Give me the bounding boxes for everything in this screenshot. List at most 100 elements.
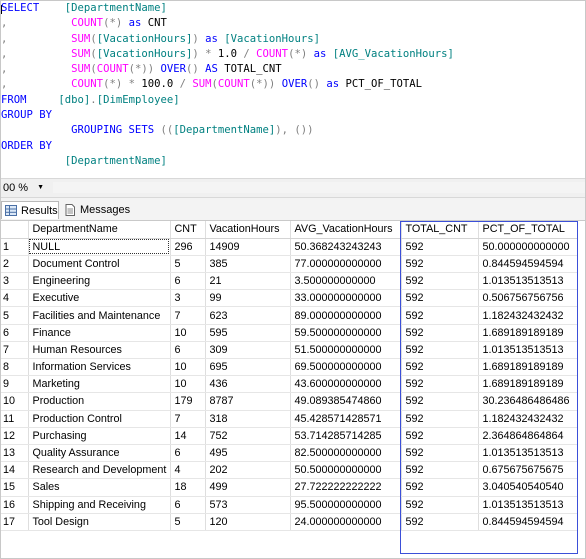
table-cell[interactable]: 45.428571428571 [290,410,402,428]
table-cell[interactable]: Sales [28,478,171,497]
table-cell[interactable]: 592 [401,513,479,531]
table-cell[interactable]: 573 [205,496,291,514]
table-cell[interactable]: 499 [205,478,291,497]
table-cell[interactable]: Executive [28,289,171,308]
table-row[interactable]: 15 Sales 18 499 27.722222222222 592 3.04054054… [1,478,578,497]
table-cell[interactable]: 10 [170,358,206,377]
table-cell[interactable]: 2.364864864864 [478,427,578,445]
table-cell[interactable]: 0.506756756756 [478,289,578,308]
table-cell[interactable]: 82.500000000000 [290,444,402,463]
tab-messages[interactable]: Messages [61,201,135,219]
table-row[interactable]: 2 Document Control 5 385 77.000000000000 592 0… [1,255,578,274]
table-cell[interactable]: 592 [401,289,479,308]
row-number[interactable]: 15 [1,478,29,497]
row-number[interactable]: 14 [1,461,29,480]
table-cell[interactable]: 7 [170,306,206,325]
row-number[interactable]: 11 [1,410,29,428]
row-number[interactable]: 8 [1,358,29,377]
column-header-departmentname[interactable]: DepartmentName [28,221,171,239]
row-number[interactable]: 12 [1,427,29,445]
table-cell[interactable]: Tool Design [28,513,171,531]
table-cell[interactable]: 6 [170,272,206,291]
table-cell[interactable]: 27.722222222222 [290,478,402,497]
row-number[interactable]: 13 [1,444,29,463]
table-row[interactable]: 14 Research and Development 4 202 50.5000000… [1,461,578,480]
table-cell[interactable]: 202 [205,461,291,480]
row-number[interactable]: 2 [1,255,29,274]
table-cell[interactable]: 51.500000000000 [290,341,402,360]
table-cell[interactable]: 49.089385474860 [290,392,402,411]
table-row[interactable]: 11 Production Control 7 318 45.428571428571 5… [1,410,578,428]
table-cell[interactable]: 592 [401,375,479,394]
table-cell[interactable]: 120 [205,513,291,531]
table-cell[interactable]: 592 [401,324,479,342]
table-cell[interactable]: 1.013513513513 [478,444,578,463]
zoom-dropdown[interactable]: 00 % ▼ [1,180,49,195]
table-cell[interactable]: 752 [205,427,291,445]
table-cell[interactable]: 77.000000000000 [290,255,402,274]
row-number[interactable]: 5 [1,306,29,325]
table-cell[interactable]: Shipping and Receiving [28,496,171,514]
table-cell[interactable]: 50.500000000000 [290,461,402,480]
table-row[interactable]: 16 Shipping and Receiving 6 573 95.500000000… [1,496,578,514]
column-header-avg-vacationhours[interactable]: AVG_VacationHours [290,221,402,239]
table-cell[interactable]: 592 [401,255,479,274]
table-row[interactable]: 4 Executive 3 99 33.000000000000 592 0.5067567… [1,289,578,308]
table-cell[interactable]: 59.500000000000 [290,324,402,342]
table-cell[interactable]: 3.500000000000 [290,272,402,291]
column-header-pct-of-total[interactable]: PCT_OF_TOTAL [478,221,578,239]
table-cell[interactable]: 179 [170,392,206,411]
table-cell[interactable]: 69.500000000000 [290,358,402,377]
table-cell[interactable]: 592 [401,461,479,480]
table-cell[interactable]: 0.844594594594 [478,255,578,274]
table-cell[interactable]: 1.689189189189 [478,324,578,342]
table-cell[interactable]: Research and Development [28,461,171,480]
table-cell[interactable]: 592 [401,496,479,514]
table-cell[interactable]: 6 [170,496,206,514]
table-row[interactable]: 1 NULL 296 14909 50.368243243243 592 50.000000… [1,238,578,256]
horizontal-scrollbar[interactable] [53,182,585,193]
table-cell[interactable]: 99 [205,289,291,308]
table-row[interactable]: 10 Production 179 8787 49.089385474860 592 30.… [1,392,578,411]
table-cell[interactable]: 436 [205,375,291,394]
table-cell[interactable]: 592 [401,238,479,256]
table-cell[interactable]: 0.844594594594 [478,513,578,531]
table-cell[interactable]: 21 [205,272,291,291]
table-cell[interactable]: 5 [170,255,206,274]
table-cell[interactable]: 1.182432432432 [478,306,578,325]
table-row[interactable]: 5 Facilities and Maintenance 7 623 89.000000… [1,306,578,325]
table-cell[interactable]: 1.689189189189 [478,375,578,394]
table-cell[interactable]: 695 [205,358,291,377]
table-row[interactable]: 7 Human Resources 6 309 51.500000000000 592 1.… [1,341,578,360]
table-cell[interactable]: Human Resources [28,341,171,360]
table-cell[interactable]: 95.500000000000 [290,496,402,514]
table-cell[interactable]: 309 [205,341,291,360]
table-cell[interactable]: 3 [170,289,206,308]
row-number[interactable]: 7 [1,341,29,360]
table-cell[interactable]: 1.182432432432 [478,410,578,428]
table-cell[interactable]: 6 [170,341,206,360]
row-number[interactable]: 17 [1,513,29,531]
table-cell[interactable]: 50.000000000000 [478,238,578,256]
table-row[interactable]: 8 Information Services 10 695 69.50000000000… [1,358,578,377]
table-row[interactable]: 6 Finance 10 595 59.500000000000 592 1.6891891… [1,324,578,342]
table-cell[interactable]: 318 [205,410,291,428]
table-cell[interactable]: 592 [401,306,479,325]
table-cell[interactable]: Information Services [28,358,171,377]
table-cell[interactable]: 4 [170,461,206,480]
table-cell[interactable]: 33.000000000000 [290,289,402,308]
table-cell[interactable]: 18 [170,478,206,497]
row-number[interactable]: 9 [1,375,29,394]
table-cell[interactable]: 3.040540540540 [478,478,578,497]
table-cell[interactable]: 7 [170,410,206,428]
table-cell[interactable]: 8787 [205,392,291,411]
table-cell[interactable]: 10 [170,375,206,394]
table-cell[interactable]: 385 [205,255,291,274]
column-header-cnt[interactable]: CNT [170,221,206,239]
row-number[interactable]: 10 [1,392,29,411]
table-cell[interactable]: Marketing [28,375,171,394]
table-cell[interactable]: Quality Assurance [28,444,171,463]
table-cell[interactable]: 24.000000000000 [290,513,402,531]
table-cell[interactable]: 592 [401,444,479,463]
row-number[interactable]: 1 [1,238,29,256]
